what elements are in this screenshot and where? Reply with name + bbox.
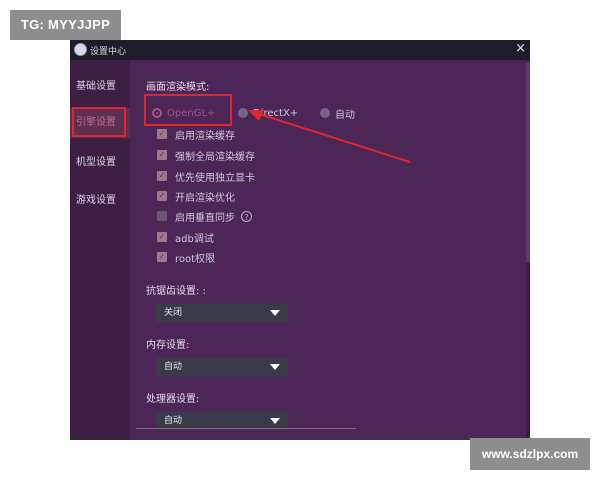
processor-value: 自动: [164, 416, 183, 426]
url-watermark: www.sdzlpx.com: [470, 438, 590, 470]
sidebar-item-device[interactable]: 机型设置: [70, 148, 130, 178]
checkbox-label: adb调试: [175, 233, 214, 245]
checkbox-force-global-cache[interactable]: ✓ 强制全局渲染缓存: [157, 147, 255, 163]
sidebar-item-game[interactable]: 游戏设置: [70, 186, 130, 216]
divider: [136, 428, 356, 429]
checkbox-dedicated-gpu[interactable]: ✓ 优先使用独立显卡: [157, 168, 255, 184]
antialias-select[interactable]: 关闭: [156, 304, 288, 322]
radio-unselected-icon: [238, 108, 248, 118]
highlight-box-opengl: [144, 94, 232, 126]
processor-label: 处理器设置:: [146, 394, 200, 405]
chevron-down-icon: [270, 418, 280, 424]
radio-auto[interactable]: 自动: [320, 105, 355, 121]
radio-directx-label: DirectX+: [253, 107, 299, 119]
help-icon[interactable]: ?: [241, 210, 252, 222]
settings-window: 设置中心 × 基础设置 引擎设置 机型设置 游戏设置 画面渲染模式: OpenG…: [70, 40, 530, 440]
checkbox-checked-icon: ✓: [157, 129, 167, 139]
scrollbar-thumb[interactable]: [526, 62, 530, 262]
chevron-down-icon: [270, 310, 280, 316]
checkbox-label: 启用垂直同步: [175, 212, 235, 224]
title-bar: 设置中心 ×: [70, 40, 530, 60]
checkbox-checked-icon: ✓: [157, 191, 167, 201]
memory-select[interactable]: 自动: [156, 358, 288, 376]
radio-directx[interactable]: DirectX+: [238, 105, 298, 121]
antialias-value: 关闭: [164, 308, 183, 318]
sidebar-item-basic[interactable]: 基础设置: [70, 72, 130, 102]
checkbox-unchecked-icon: ✓: [157, 211, 167, 221]
checkbox-label: 启用渲染缓存: [175, 130, 235, 142]
tg-watermark: TG: MYYJJPP: [10, 10, 121, 40]
window-title: 设置中心: [90, 47, 127, 57]
checkbox-label: 开启渲染优化: [175, 192, 235, 204]
memory-value: 自动: [164, 362, 183, 372]
checkbox-vsync[interactable]: ✓ 启用垂直同步 ?: [157, 208, 252, 224]
checkbox-checked-icon: ✓: [157, 150, 167, 160]
checkbox-label: root权限: [175, 253, 216, 265]
checkbox-label: 优先使用独立显卡: [175, 172, 255, 184]
checkbox-checked-icon: ✓: [157, 232, 167, 242]
checkbox-checked-icon: ✓: [157, 171, 167, 181]
memory-label: 内存设置:: [146, 340, 190, 351]
antialias-label: 抗锯齿设置: :: [146, 286, 206, 297]
highlight-box-engine: [72, 107, 126, 137]
checkbox-adb-debug[interactable]: ✓ adb调试: [157, 229, 214, 245]
close-icon[interactable]: ×: [515, 41, 526, 56]
checkbox-label: 强制全局渲染缓存: [175, 151, 255, 163]
radio-auto-label: 自动: [335, 109, 355, 121]
radio-unselected-icon: [320, 108, 330, 118]
chevron-down-icon: [270, 364, 280, 370]
app-logo-icon: [74, 43, 87, 56]
checkbox-render-optimize[interactable]: ✓ 开启渲染优化: [157, 188, 235, 204]
checkbox-render-cache[interactable]: ✓ 启用渲染缓存: [157, 126, 235, 142]
render-mode-label: 画面渲染模式:: [146, 82, 210, 93]
checkbox-checked-icon: ✓: [157, 252, 167, 262]
checkbox-root[interactable]: ✓ root权限: [157, 249, 215, 265]
